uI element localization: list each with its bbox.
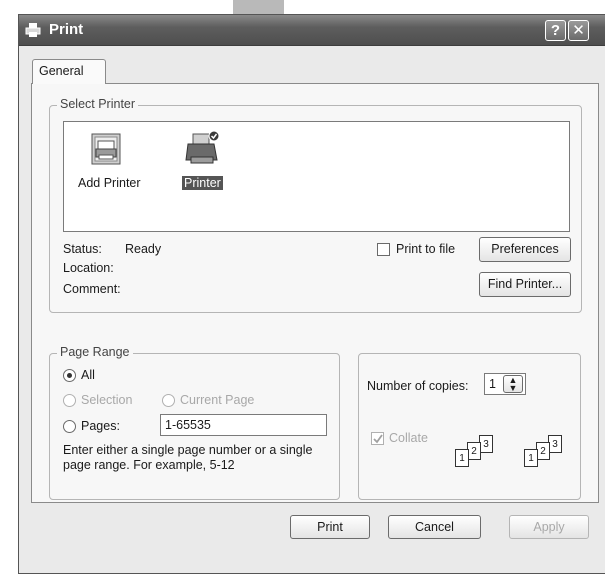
print-to-file-label: Print to file (396, 242, 456, 256)
pages-radio[interactable] (63, 420, 76, 433)
print-button[interactable]: Print (290, 515, 370, 539)
number-of-copies-label: Number of copies: (367, 379, 469, 393)
select-printer-legend: Select Printer (57, 97, 139, 111)
general-panel: Select Printer Add Printer Printer Statu… (31, 83, 599, 503)
page-range-hint: Enter either a single page number or a s… (63, 443, 313, 472)
pages-input[interactable]: 1-65535 (160, 414, 327, 436)
preferences-button[interactable]: Preferences (479, 237, 571, 262)
pages-label: Pages: (81, 419, 120, 433)
tab-general[interactable]: General (32, 59, 106, 84)
location-label: Location: (63, 261, 114, 275)
printer-list[interactable]: Add Printer Printer (63, 121, 570, 232)
current-page-label: Current Page (180, 393, 255, 407)
cancel-button[interactable]: Cancel (388, 515, 481, 539)
comment-label: Comment: (63, 282, 121, 296)
collate-illustration-a: 3 2 1 (455, 435, 507, 475)
current-page-radio[interactable] (162, 394, 175, 407)
add-printer-icon (91, 133, 121, 165)
page-range-legend: Page Range (57, 345, 133, 359)
status-label: Status: (63, 242, 102, 256)
selection-radio[interactable] (63, 394, 76, 407)
print-button-label: Print (317, 520, 343, 534)
select-printer-group: Select Printer Add Printer Printer Statu… (49, 97, 582, 313)
background-strip (233, 0, 284, 14)
checkmark-icon (373, 434, 383, 444)
print-to-file-checkbox[interactable] (377, 243, 390, 256)
copies-group: Number of copies: 1 ▲ ▼ Collate 3 2 1 3 2 (358, 353, 581, 500)
all-label: All (81, 368, 95, 382)
find-printer-button[interactable]: Find Printer... (479, 272, 571, 297)
pages-input-value: 1-65535 (165, 418, 211, 432)
print-dialog: Print ? ✕ General Select Printer Add Pri… (18, 14, 605, 574)
cancel-button-label: Cancel (415, 520, 454, 534)
collate-label: Collate (389, 431, 428, 445)
all-radio[interactable] (63, 369, 76, 382)
add-printer-label: Add Printer (78, 176, 141, 190)
spinner-down-icon: ▼ (508, 383, 518, 393)
printer-icon (185, 130, 220, 164)
page-range-group: Page Range All Selection Current Page Pa… (49, 345, 340, 500)
status-value: Ready (125, 242, 162, 256)
printer-icon (25, 23, 41, 37)
selection-label: Selection (81, 393, 133, 407)
collate-illustration-b: 3 2 1 (524, 435, 576, 475)
find-printer-button-label: Find Printer... (487, 277, 563, 291)
copies-spinner[interactable]: ▲ ▼ (503, 375, 523, 393)
apply-button[interactable]: Apply (509, 515, 589, 539)
close-button[interactable]: ✕ (568, 20, 589, 41)
help-button[interactable]: ? (545, 20, 566, 41)
dialog-title: Print (49, 21, 84, 38)
printer-label: Printer (182, 176, 223, 190)
list-item-add-printer[interactable]: Add Printer (76, 132, 152, 194)
preferences-button-label: Preferences (491, 242, 559, 256)
tab-general-label: General (39, 64, 84, 78)
copies-input-value: 1 (489, 377, 496, 391)
list-item-printer[interactable]: Printer (172, 130, 232, 196)
collate-checkbox[interactable] (371, 432, 384, 445)
apply-button-label: Apply (533, 520, 565, 534)
title-bar[interactable]: Print ? ✕ (19, 15, 605, 46)
